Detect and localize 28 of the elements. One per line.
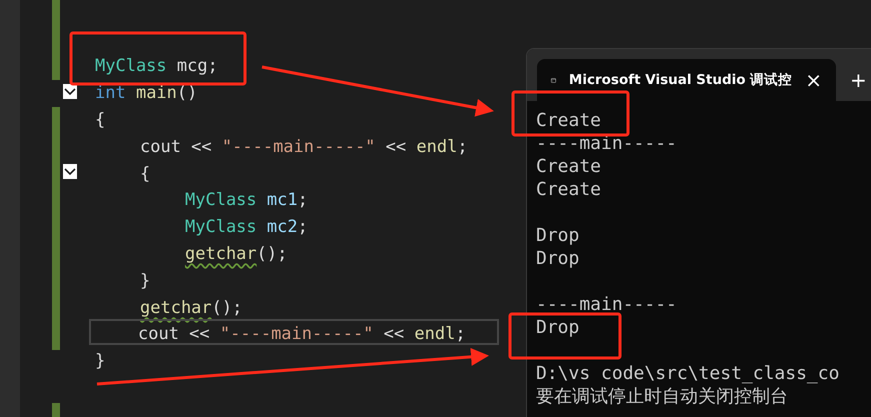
console-tab[interactable]: Microsoft Visual Studio 调试控 × — [537, 59, 836, 101]
code-line: } — [94, 350, 106, 372]
code-line: } — [139, 270, 152, 292]
new-tab-button[interactable]: + — [850, 59, 867, 101]
code-line: MyClass mc1; — [184, 189, 309, 212]
code-line: getchar(); — [139, 296, 244, 319]
tab-title: Microsoft Visual Studio 调试控 — [568, 71, 792, 89]
console-output: Create — [536, 178, 602, 201]
console-output: Create — [536, 155, 602, 178]
console-output: ----main----- — [536, 293, 678, 316]
console-output: Drop — [536, 247, 580, 270]
console-output: D:\vs code\src\test_class_co — [536, 362, 840, 385]
change-bar — [52, 403, 60, 417]
console-output: ----main----- — [536, 132, 678, 155]
collapse-icon[interactable] — [63, 164, 77, 180]
code-line: int main() — [94, 82, 198, 104]
code-line: MyClass mcg; — [94, 55, 219, 78]
close-button[interactable]: × — [805, 59, 822, 101]
code-line: cout << "----main-----" << endl; — [139, 136, 469, 158]
code-line: { — [94, 108, 106, 131]
code-line: getchar(); — [184, 242, 288, 265]
code-line: { — [139, 162, 152, 185]
console-output: 要在调试停止时自动关闭控制台 — [536, 385, 789, 408]
code-line: MyClass mc2; — [184, 216, 309, 238]
console-output: Drop — [536, 316, 580, 339]
collapse-icon[interactable] — [63, 84, 77, 99]
console-output: Create — [536, 109, 602, 132]
console-output: Drop — [536, 224, 580, 247]
